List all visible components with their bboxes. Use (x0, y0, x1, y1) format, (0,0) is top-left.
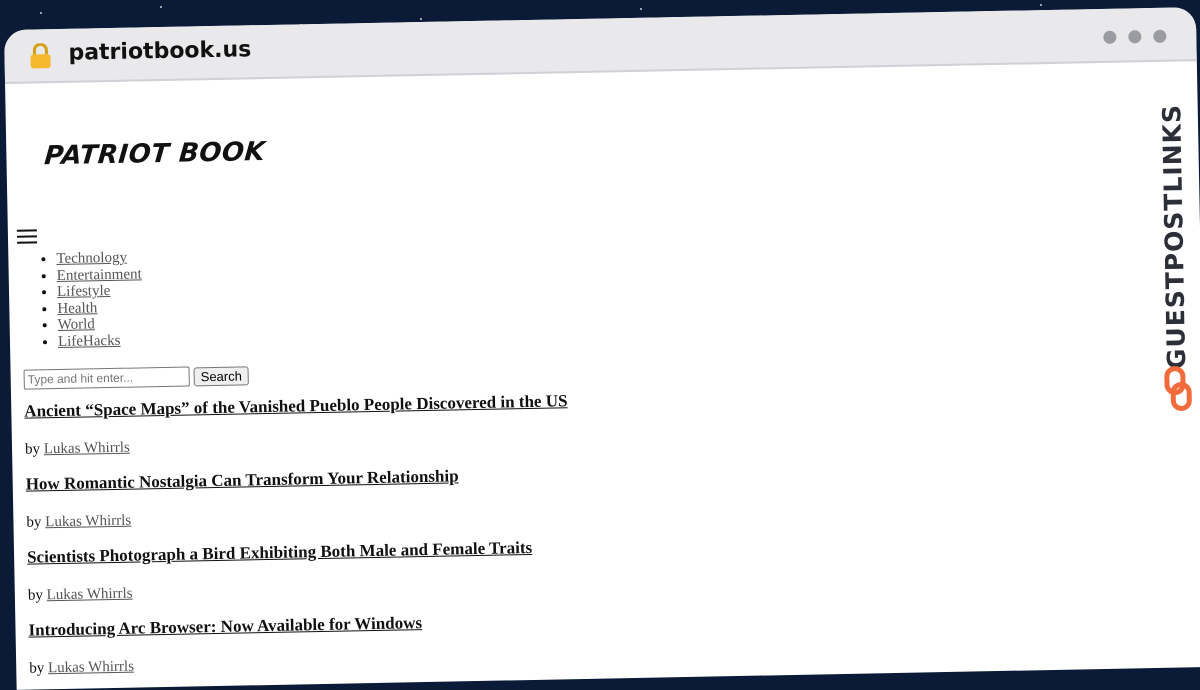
nav-link[interactable]: LifeHacks (58, 332, 121, 349)
author-link[interactable]: Lukas Whirrls (46, 586, 132, 604)
nav-link[interactable]: Technology (56, 250, 127, 267)
nav-link[interactable]: Health (57, 300, 97, 317)
article-item: Ancient “Space Maps” of the Vanished Pue… (24, 391, 568, 458)
byline-prefix: by (29, 660, 45, 677)
author-link[interactable]: Lukas Whirrls (45, 513, 131, 531)
article-title[interactable]: Introducing Arc Browser: Now Available f… (28, 610, 572, 640)
browser-window: patriotbook.us PATRIOT BOOK Technology E… (4, 7, 1200, 690)
byline-prefix: by (24, 441, 41, 458)
guestpostlinks-badge: GUESTPOSTLINKS (1152, 104, 1198, 417)
byline-prefix: by (27, 587, 44, 604)
search-input[interactable] (23, 366, 190, 390)
author-link[interactable]: Lukas Whirrls (48, 659, 134, 677)
article-title[interactable]: Scientists Photograph a Bird Exhibiting … (27, 537, 571, 567)
article-title[interactable]: Ancient “Space Maps” of the Vanished Pue… (24, 391, 568, 421)
window-dot (1103, 30, 1117, 44)
author-link[interactable]: Lukas Whirrls (44, 440, 130, 458)
search-button[interactable]: Search (193, 365, 250, 386)
article-item: How Romantic Nostalgia Can Transform You… (26, 464, 570, 531)
guestpostlinks-text: GUESTPOSTLINKS (1157, 103, 1192, 370)
article-byline: by Lukas Whirrls (29, 650, 572, 677)
nav-link[interactable]: Lifestyle (57, 283, 111, 300)
address-bar-url[interactable]: patriotbook.us (68, 37, 251, 66)
nav-link[interactable]: World (58, 316, 95, 333)
nav-item-lifehacks: LifeHacks (58, 332, 143, 350)
nav-link[interactable]: Entertainment (57, 266, 142, 284)
chain-link-icon (1164, 366, 1192, 411)
nav-item-technology: Technology (56, 249, 141, 267)
byline-prefix: by (26, 514, 42, 531)
article-list: Ancient “Space Maps” of the Vanished Pue… (24, 391, 573, 690)
article-byline: by Lukas Whirrls (25, 431, 568, 458)
window-dot (1128, 30, 1142, 44)
article-byline: by Lukas Whirrls (26, 504, 569, 531)
nav-item-entertainment: Entertainment (57, 266, 142, 284)
lock-icon (30, 43, 51, 69)
nav-item-lifestyle: Lifestyle (57, 282, 142, 300)
article-item: Scientists Photograph a Bird Exhibiting … (27, 537, 571, 604)
window-dots-icon (1103, 29, 1167, 44)
article-byline: by Lukas Whirrls (28, 577, 571, 604)
article-item: Introducing Arc Browser: Now Available f… (28, 610, 572, 677)
nav-item-health: Health (57, 299, 142, 317)
article-title[interactable]: How Romantic Nostalgia Can Transform You… (26, 464, 570, 494)
hamburger-icon[interactable] (16, 229, 38, 245)
site-logo[interactable]: PATRIOT BOOK (43, 137, 266, 171)
main-nav: Technology Entertainment Lifestyle Healt… (32, 249, 143, 350)
nav-item-world: World (58, 315, 143, 333)
window-dot (1153, 29, 1167, 43)
search-form: Search (23, 365, 250, 390)
